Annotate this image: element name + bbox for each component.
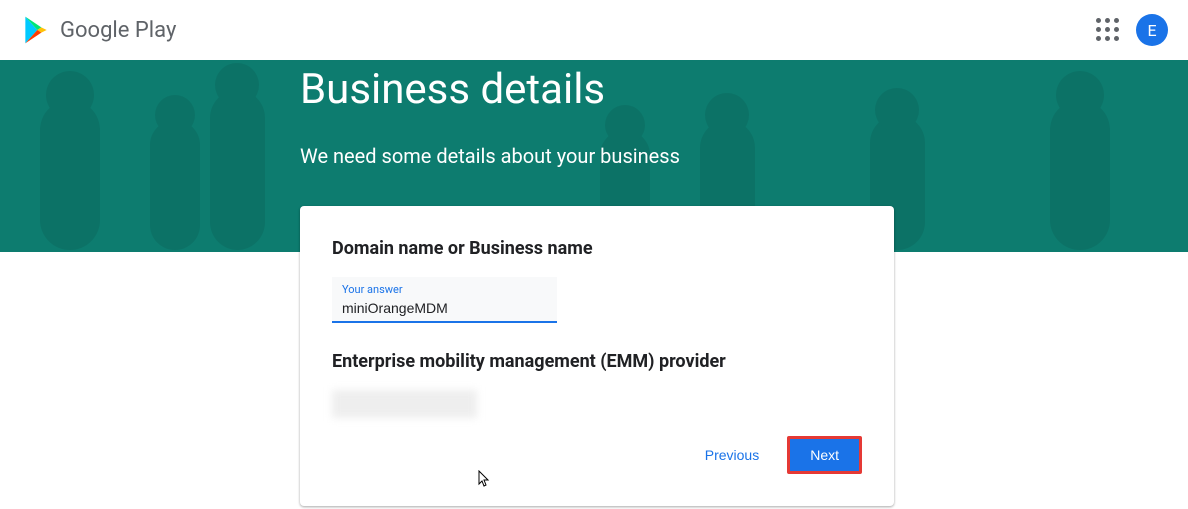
input-hint: Your answer [342, 283, 547, 296]
next-button[interactable]: Next [787, 436, 862, 474]
previous-button[interactable]: Previous [693, 439, 771, 471]
cursor-icon [478, 470, 492, 492]
emm-label: Enterprise mobility management (EMM) pro… [332, 351, 862, 372]
form-card: Domain name or Business name Your answer… [300, 206, 894, 506]
domain-field-group: Domain name or Business name Your answer [332, 238, 862, 323]
emm-field-group: Enterprise mobility management (EMM) pro… [332, 351, 862, 418]
domain-input-wrapper[interactable]: Your answer [332, 277, 557, 323]
apps-icon[interactable] [1096, 18, 1120, 42]
header: Google Play E [0, 0, 1188, 60]
header-right: E [1096, 14, 1168, 46]
banner-content: Business details We need some details ab… [0, 60, 1188, 168]
logo-section[interactable]: Google Play [20, 14, 176, 46]
emm-value-blurred [332, 390, 477, 418]
domain-label: Domain name or Business name [332, 238, 862, 259]
logo-text: Google Play [60, 18, 176, 43]
page-subtitle: We need some details about your business [300, 144, 1188, 168]
domain-input[interactable] [342, 300, 547, 316]
page-title: Business details [300, 65, 1188, 114]
google-play-icon [20, 14, 52, 46]
avatar[interactable]: E [1136, 14, 1168, 46]
button-row: Previous Next [332, 436, 862, 474]
